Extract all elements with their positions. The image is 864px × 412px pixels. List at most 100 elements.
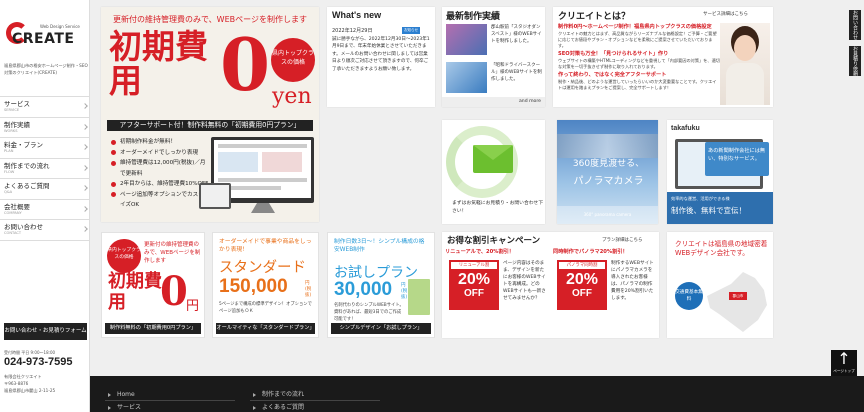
news-date: 2022年12月29日	[332, 28, 373, 34]
list-item: 維持管理費は12,000円(税抜)／月で更新料	[111, 158, 211, 179]
logo-wordmark: CREATE	[12, 31, 75, 47]
campaign-heading: リニューアルで、20%割引！	[445, 249, 515, 255]
feature-text: クリエイトの魅力とはまず、高品質ながらリーズナブルな価格設定！ご予算・ご要望に応…	[558, 31, 717, 48]
nav-sublabel: SERVICE	[4, 108, 20, 112]
area-text: クリエイトは福島県の地域密着WEBデザイン会社です。	[675, 240, 768, 258]
laptop-illustration	[199, 183, 231, 209]
contact-banner[interactable]: まずはお気軽にお見積り・お問い合わせ下さい！	[442, 120, 545, 224]
plan-description: 名刺代わりのシンプルWEBサイト。資料があれば、最短3日でのご作成可能です！	[334, 303, 404, 322]
panorama-camera-banner[interactable]: 360度見渡せる、 パノラマカメラ 360° panorama camera	[557, 120, 658, 224]
list-item: オーダーメイドでしっかり表現	[111, 148, 211, 159]
nav-sublabel: PLAN	[4, 149, 14, 153]
contact-form-button[interactable]: お問い合わせ・お見積りフォーム	[4, 323, 87, 340]
logo-subtitle: Web Design Service	[40, 24, 80, 29]
book-icon	[408, 279, 430, 315]
latest-works-panel: 最新制作実績 郡山駅前「スタジオダンスベスト」様のWEBサイトを制作しました。 …	[442, 7, 545, 107]
about-create-panel: クリエイトとは？ サービス詳細はこちら 制作料0円～ホームページ制作！福島県内ト…	[553, 7, 773, 107]
discount-tag: パノラマ同時割	[559, 262, 605, 269]
price-badge: 県内トップクラスの価格	[107, 239, 141, 273]
sidebar-item-flow[interactable]: 制作までの流れ FLOW	[0, 159, 90, 179]
footer-nav-col: 制作までの流れ よくあるご質問	[250, 388, 380, 412]
takafuku-banner[interactable]: takafuku あの新聞制作会社には無い、特別なサービス。 効率的な運営、活用…	[667, 120, 773, 224]
takafuku-footer: 効率的な運営、活用ができる様 制作後、無料で宣伝！	[667, 192, 773, 224]
campaign-panorama[interactable]: 同時制作でパノラマ20%割引！ パノラマ同時割 20% OFF 制作するWEBサ…	[553, 248, 656, 336]
footer-link[interactable]: サービス	[105, 401, 235, 412]
work-thumbnail	[446, 24, 487, 55]
price-badge: 県内トップクラスの価格	[271, 38, 315, 82]
nav-label: よくあるご質問	[4, 182, 50, 190]
nav-label: お問い合わせ	[4, 223, 43, 231]
page-top-label: ページトップ	[833, 369, 855, 373]
address-line: 有限会社クリエイト	[4, 374, 42, 379]
nav-sublabel: FLOW	[4, 169, 15, 174]
campaign-description: 制作するWEBサイトにパノラマカメラを導入されたお客様は、パノラマの制作費用を2…	[611, 261, 654, 301]
feature-heading: 作って終わり、ではなく完全アフターサポート	[558, 72, 667, 78]
more-link[interactable]: and more	[442, 97, 545, 107]
list-item: 初期制作料金が無料！	[111, 137, 211, 148]
contact-banner-text: まずはお気軽にお見積り・お問い合わせ下さい！	[452, 201, 544, 214]
service-area-panel[interactable]: クリエイトは福島県の地域密着WEBデザイン会社です。 交通費基本無料 郡山市	[667, 232, 773, 338]
sidebar-nav: サービス SERVICE 制作実績 WORKS 料金・プラン PLAN 制作までの流れ…	[0, 96, 90, 241]
estimate-side-tab[interactable]: お見積り依頼	[849, 46, 861, 76]
section-title: お得な割引キャンペーン	[447, 236, 541, 246]
sidebar-item-service[interactable]: サービス SERVICE	[0, 97, 90, 118]
service-detail-link[interactable]: サービス詳細はこちら	[703, 11, 748, 17]
discount-off: OFF	[464, 288, 484, 299]
nav-sublabel: Q&A	[4, 190, 13, 194]
footer-link[interactable]: Home	[105, 388, 235, 401]
sidebar-item-qa[interactable]: よくあるご質問 Q&A	[0, 179, 90, 200]
location-pin: 郡山市	[729, 292, 747, 300]
takafuku-badge: あの新聞制作会社には無い、特別なサービス。	[705, 142, 769, 176]
discount-campaign-panel: お得な割引キャンペーン プラン詳細はこちら リニューアルで、20%割引！ リニュ…	[442, 232, 659, 338]
plan-detail-link[interactable]: プラン詳細はこちら	[602, 237, 643, 243]
work-item[interactable]: 郡山駅前「スタジオダンスベスト」様のWEBサイトを制作しました。	[446, 24, 542, 58]
plan-footer: 制作料無料の「初期費用0円プラン」	[105, 323, 201, 334]
whats-new-panel: What's new 2022年12月29日 お知らせ 誠に勝手ながら、2022…	[327, 7, 435, 107]
hero-band: アフターサポート付！制作料無料の「初期費用0円プラン」	[107, 120, 313, 131]
takafuku-headline: 制作後、無料で宣伝！	[671, 206, 746, 215]
sidebar: Web Design Service CREATE 福島県郡山市の格安ホームペー…	[0, 0, 90, 412]
envelope-icon	[473, 145, 513, 173]
plan-name: スタンダード	[219, 260, 306, 276]
plan-heading: 初期費用	[108, 271, 162, 313]
fukushima-map	[707, 272, 767, 332]
feature-text: ウェブサイトの構築やHTMLコーディングなどを重視して「内部要因の対策」を、適切…	[558, 58, 720, 69]
campaign-renewal[interactable]: リニューアルで、20%割引！ リニューアル割 20% OFF ページ内容はそのま…	[445, 248, 548, 336]
monitor-stand	[251, 203, 275, 213]
nav-label: 制作実績	[4, 120, 30, 129]
feature-heading: SEO対策も万全！「見つけられるサイト」作り	[558, 51, 669, 57]
footer-link[interactable]: よくあるご質問	[250, 401, 380, 412]
plan-lead: 更新付の維持管理費のみで、WEBページを制作します	[144, 242, 201, 264]
staff-photo	[720, 23, 770, 105]
sidebar-item-contact[interactable]: お問い合わせ CONTACT	[0, 220, 90, 241]
nav-label: 制作までの流れ	[4, 161, 50, 170]
plan-yen: 円	[186, 299, 200, 314]
work-thumbnail	[446, 62, 487, 93]
plan-card-trial[interactable]: 制作日数3日～！シンプル構成の格安WEB制作 お試しプラン 30,000 円(税…	[327, 232, 435, 338]
nav-label: サービス	[4, 100, 30, 108]
sidebar-item-plan[interactable]: 料金・プラン PLAN	[0, 138, 90, 159]
plan-price-unit: 円(税抜)	[305, 281, 312, 298]
nav-label: 会社概要	[4, 202, 30, 211]
sidebar-item-company[interactable]: 会社概要 COMPANY	[0, 200, 90, 220]
sidebar-item-works[interactable]: 制作実績 WORKS	[0, 118, 90, 138]
work-item[interactable]: 「昭和ドライバースクール」様のWEBサイトを制作しました。	[446, 62, 542, 96]
discount-badge: パノラマ同時割 20% OFF	[557, 260, 607, 310]
hero-zero: 0	[220, 22, 271, 107]
plan-card-zero-yen[interactable]: 県内トップクラスの価格 更新付の維持管理費のみで、WEBページを制作します 初期…	[101, 232, 205, 338]
news-body[interactable]: 誠に勝手ながら、2022年12月30日～2023年1月9日まで、年末年始休業とさ…	[332, 36, 432, 73]
hero-lead: 更新付の維持管理費のみで、WEBページを制作します	[113, 15, 307, 24]
feature-text: 制作・納品後、どのような運営していったらいいのか大変重要なことです。クリエイトは…	[558, 79, 717, 90]
list-item: ページ追加等オプションでカスタマイズOK	[111, 190, 211, 211]
page-top-button[interactable]: ↑ ページトップ	[831, 350, 857, 378]
nav-label: 料金・プラン	[4, 141, 43, 149]
footer-link[interactable]: 制作までの流れ	[250, 388, 380, 401]
phone-number[interactable]: 024-973-7595	[4, 356, 73, 368]
plan-card-standard[interactable]: オーダーメイドで事業や商品をしっかり表現！ スタンダード 150,000 円(税…	[212, 232, 319, 338]
address-line: 福島県郡山市麓山 2-11-25	[4, 388, 56, 393]
plan-footer: オールマイティな「スタンダードプラン」	[216, 323, 315, 334]
contact-side-tab[interactable]: お問い合わせ	[849, 10, 861, 40]
hero-feature-list: 初期制作料金が無料！ オーダーメイドでしっかり表現 維持管理費は12,000円(…	[111, 137, 211, 211]
hero-banner-initial-cost-zero[interactable]: 更新付の維持管理費のみで、WEBページを制作します 初期費用 0 yen 県内ト…	[101, 7, 319, 222]
hero-heading: 初期費用	[109, 27, 208, 100]
